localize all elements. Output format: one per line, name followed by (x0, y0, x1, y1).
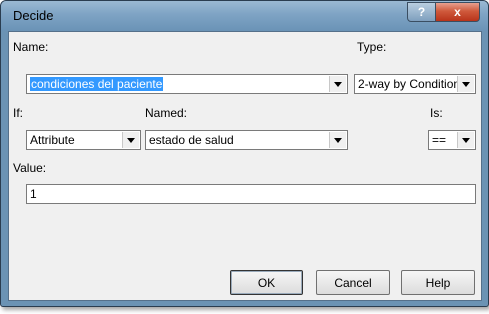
name-combobox[interactable]: condiciones del paciente (26, 74, 348, 94)
name-label: Name: (13, 40, 49, 54)
value-input[interactable]: 1 (26, 184, 476, 204)
chevron-down-icon[interactable] (329, 76, 346, 92)
close-icon: x (454, 5, 461, 19)
is-label: Is: (430, 106, 443, 120)
title-bar[interactable]: Decide ? x (1, 1, 488, 31)
type-value: 2-way by Condition (358, 77, 461, 91)
cancel-button[interactable]: Cancel (316, 270, 390, 295)
question-icon: ? (417, 5, 426, 19)
chevron-down-icon[interactable] (457, 76, 474, 92)
dialog-window: Decide ? x Name: Type: condiciones del p… (0, 0, 489, 307)
type-label: Type: (357, 40, 387, 54)
chevron-down-icon[interactable] (329, 132, 346, 148)
if-label: If: (13, 106, 24, 120)
named-dropdown[interactable]: estado de salud (145, 130, 348, 150)
type-dropdown[interactable]: 2-way by Condition (354, 74, 476, 94)
help-button[interactable]: Help (401, 270, 475, 295)
value-label: Value: (13, 161, 47, 175)
if-dropdown[interactable]: Attribute (26, 130, 141, 150)
is-value: == (432, 133, 447, 147)
if-value: Attribute (30, 133, 75, 147)
window-title: Decide (13, 8, 54, 23)
dialog-body: Name: Type: condiciones del paciente 2-w… (8, 31, 482, 301)
value-text: 1 (30, 187, 37, 201)
is-dropdown[interactable]: == (428, 130, 476, 150)
help-title-button[interactable]: ? (407, 2, 436, 22)
chevron-down-icon[interactable] (122, 132, 139, 148)
close-button[interactable]: x (435, 2, 480, 22)
named-label: Named: (145, 106, 188, 120)
named-value: estado de salud (149, 133, 234, 147)
name-value: condiciones del paciente (30, 77, 164, 91)
chevron-down-icon[interactable] (457, 132, 474, 148)
ok-button[interactable]: OK (230, 270, 303, 295)
